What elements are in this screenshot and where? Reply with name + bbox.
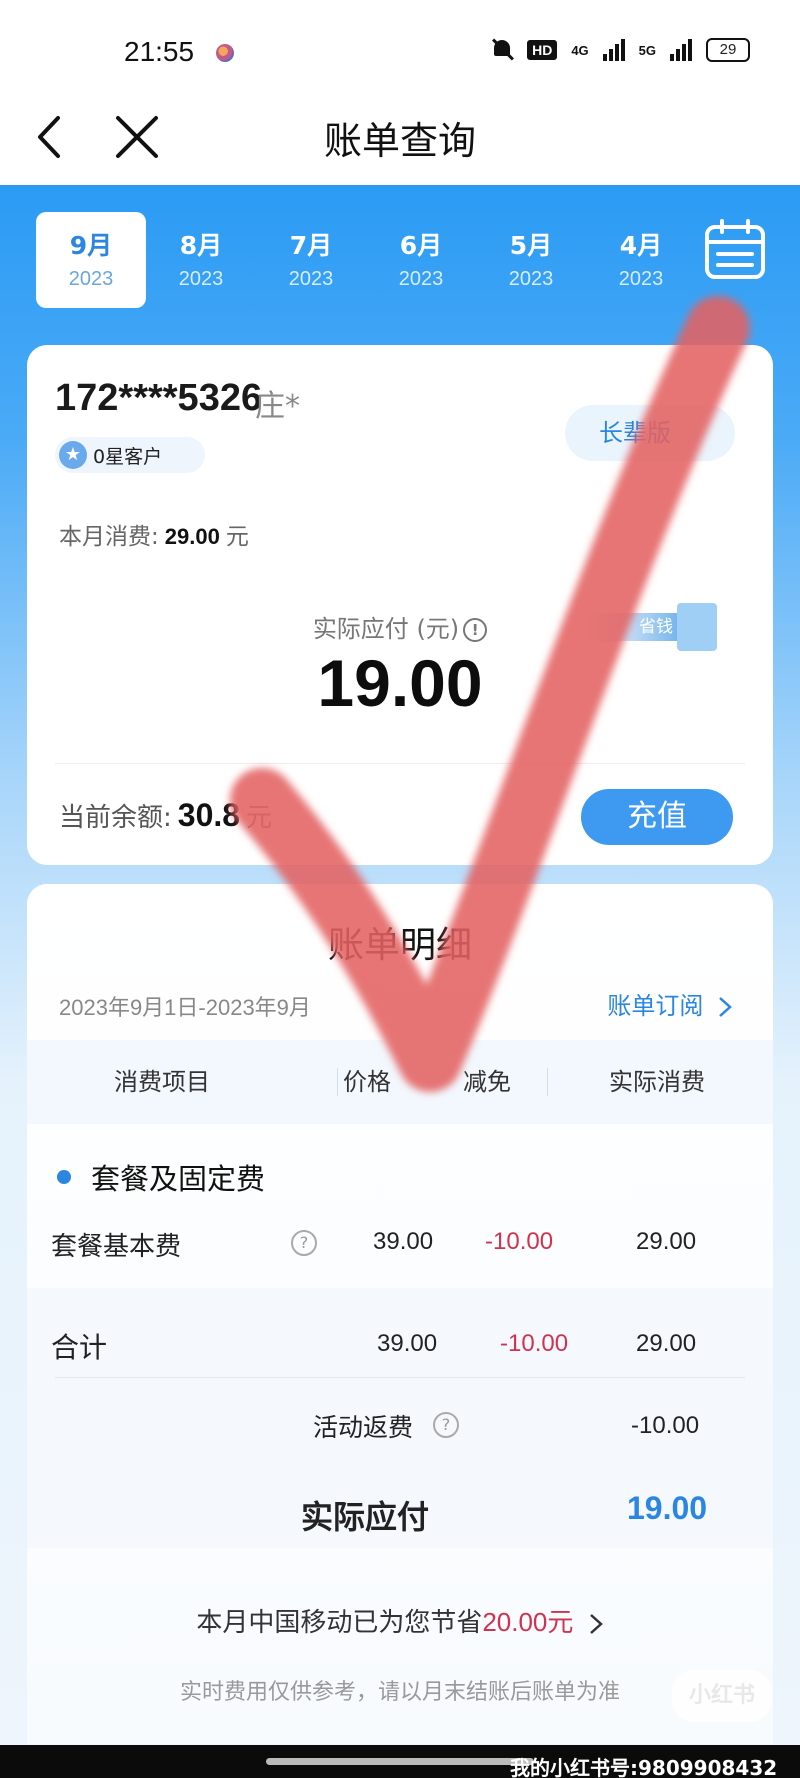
- recharge-button[interactable]: 充值: [581, 789, 733, 845]
- tab-month-7[interactable]: 7月 2023: [256, 212, 366, 308]
- question-icon[interactable]: ?: [433, 1412, 459, 1438]
- rebate-row: 活动返费 ? -10.00: [27, 1402, 773, 1452]
- divider: [55, 763, 745, 764]
- customer-name: 庄*: [255, 389, 300, 424]
- row-actual: 29.00: [636, 1228, 697, 1255]
- home-indicator[interactable]: [266, 1758, 534, 1765]
- save-money-icon: [677, 603, 717, 651]
- bill-subscribe-label: 账单订阅: [607, 992, 704, 1020]
- status-time: 21:55: [124, 36, 195, 67]
- question-icon[interactable]: ?: [291, 1230, 317, 1256]
- star-level-text: 0星客户: [93, 445, 163, 468]
- total-price: 39.00: [377, 1330, 438, 1357]
- signal-4g-label: 4G: [571, 42, 589, 58]
- row-item: 套餐基本费: [51, 1232, 182, 1262]
- tab-month-label: 7月: [289, 231, 333, 260]
- group-bullet: [57, 1170, 71, 1184]
- bill-detail-card: 账单明细 2023年9月1日-2023年9月 账单订阅 消费项目 价格 减免 实…: [27, 884, 773, 1744]
- table-header: 消费项目 价格 减免 实际消费: [27, 1040, 773, 1124]
- save-money-badge[interactable]: 省钱: [587, 603, 727, 653]
- calendar-icon[interactable]: [704, 218, 766, 280]
- column-header-price: 价格: [343, 1068, 391, 1096]
- hd-icon: HD: [527, 40, 558, 60]
- row-price: 39.00: [373, 1228, 434, 1255]
- savings-note[interactable]: 本月中国移动已为您节省20.00元: [27, 1602, 773, 1639]
- page-title: 账单查询: [323, 119, 476, 163]
- signal-icon: [670, 39, 692, 61]
- tab-month-4[interactable]: 4月 2023: [586, 212, 696, 308]
- total-label: 合计: [51, 1331, 108, 1364]
- mute-bell-icon: [491, 38, 513, 62]
- tab-month-label: 9月: [69, 231, 113, 260]
- nav-bar: 账单查询: [0, 100, 800, 185]
- month-tabs: 9月 2023 8月 2023 7月 2023 6月 2023 5月 2023 …: [36, 212, 716, 308]
- status-icons: HD 4G 5G 29: [491, 38, 750, 62]
- rebate-value: -10.00: [631, 1412, 700, 1439]
- bill-summary-card: 172****5326 庄* ★ 0星客户 长辈版 本月消费: 29.00 元 实际…: [27, 345, 773, 865]
- bill-date-range: 2023年9月1日-2023年9月: [59, 995, 311, 1020]
- balance-unit: 元: [246, 803, 273, 833]
- column-separator: [547, 1068, 548, 1096]
- chevron-right-icon: [589, 1613, 603, 1634]
- payable-value: 19.00: [627, 1490, 708, 1526]
- star-icon: ★: [59, 441, 87, 469]
- signal-5g-label: 5G: [638, 42, 656, 58]
- phone-number: 172****5326: [55, 377, 263, 419]
- payable-label: 实际应付: [301, 1498, 430, 1536]
- elder-mode-button[interactable]: 长辈版: [565, 405, 735, 461]
- bill-detail-title: 账单明细: [327, 925, 472, 966]
- tab-year-label: 2023: [68, 268, 114, 290]
- month-cost: 本月消费: 29.00 元: [59, 517, 249, 551]
- save-money-tag: 省钱: [587, 613, 687, 641]
- battery-icon: 29: [706, 38, 750, 62]
- tab-month-9[interactable]: 9月 2023: [36, 212, 146, 308]
- column-header-item: 消费项目: [114, 1068, 210, 1096]
- app-notification-icon: [216, 44, 234, 62]
- tab-month-6[interactable]: 6月 2023: [366, 212, 476, 308]
- tab-month-label: 4月: [619, 231, 663, 260]
- star-level-badge: ★ 0星客户: [55, 437, 205, 473]
- tab-month-8[interactable]: 8月 2023: [146, 212, 256, 308]
- signal-icon: [602, 39, 625, 61]
- tab-year-label: 2023: [178, 268, 224, 290]
- tab-year-label: 2023: [508, 268, 554, 290]
- tab-month-5[interactable]: 5月 2023: [476, 212, 586, 308]
- month-cost-unit: 元: [225, 524, 249, 550]
- table-row: 套餐基本费 ? 39.00 -10.00 29.00: [27, 1220, 773, 1270]
- column-header-actual: 实际消费: [609, 1068, 705, 1096]
- balance-value: 30.8: [177, 797, 241, 833]
- tab-month-label: 5月: [509, 231, 553, 260]
- bill-subscribe-link[interactable]: 账单订阅: [607, 986, 733, 1021]
- row-discount: -10.00: [485, 1228, 554, 1255]
- total-row: 合计 39.00 -10.00 29.00: [27, 1320, 773, 1370]
- xiaohongshu-logo: 小红书: [672, 1670, 772, 1722]
- tab-month-label: 8月: [179, 231, 223, 260]
- column-header-discount: 减免: [463, 1068, 511, 1096]
- disclaimer-text: 实时费用仅供参考，请以月末结账后账单为准: [179, 1680, 620, 1705]
- savings-prefix: 本月中国移动已为您节省: [196, 1608, 483, 1638]
- account-watermark: 我的小红书号:9809908432: [510, 1756, 778, 1778]
- group-title: 套餐及固定费: [91, 1162, 266, 1196]
- total-actual: 29.00: [636, 1330, 697, 1357]
- info-icon[interactable]: !: [463, 618, 488, 642]
- actual-payable-amount: 19.00: [317, 646, 483, 720]
- tab-year-label: 2023: [398, 268, 444, 290]
- tab-year-label: 2023: [618, 268, 664, 290]
- chevron-right-icon: [719, 997, 732, 1017]
- current-balance: 当前余额: 30.8 元: [59, 797, 272, 834]
- month-cost-label: 本月消费:: [59, 524, 159, 550]
- actual-payable-label-text: 实际应付 (元): [312, 615, 460, 643]
- rebate-label: 活动返费: [313, 1413, 414, 1442]
- month-cost-value: 29.00: [164, 524, 220, 549]
- total-discount: -10.00: [500, 1330, 569, 1357]
- status-bar: 21:55 HD 4G 5G 29: [0, 0, 800, 100]
- balance-label: 当前余额:: [59, 803, 172, 833]
- divider: [55, 1377, 745, 1378]
- tab-month-label: 6月: [399, 231, 443, 260]
- tab-year-label: 2023: [288, 268, 334, 290]
- savings-amount: 20.00元: [482, 1607, 574, 1637]
